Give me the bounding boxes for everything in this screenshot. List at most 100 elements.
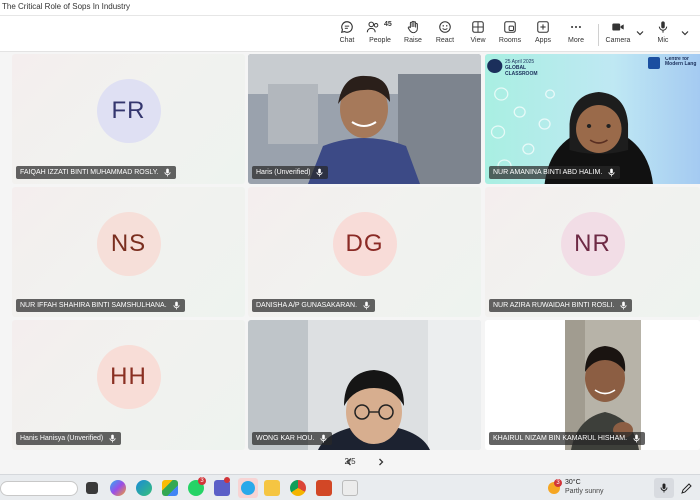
raise-hand-button[interactable]: Raise [396,20,430,50]
avatar: NR [560,212,625,276]
windows-taskbar: 3 3 30°C Partly sunny [0,474,700,500]
participant-name-tag: Haris (Unverified) [252,166,329,179]
microphone-icon [633,434,640,443]
org-logo [648,57,660,69]
participant-name: DANISHA A/P GUNASAKARAN. [256,302,358,309]
participant-tile[interactable]: 25 April 2025 GLOBAL CLASSROOM Centre fo… [485,54,700,184]
participant-tile[interactable]: KHAIRUL NIZAM BIN KAMARUL HISHAM. [485,320,700,450]
microphone-icon [164,168,171,177]
copilot-icon[interactable] [110,480,126,496]
people-count: 45 [384,21,392,28]
pen-icon[interactable] [680,481,692,495]
avatar: NS [96,212,161,276]
participant-name-tag: NUR IFFAH SHAHIRA BINTI SAMSHULHANA. [16,299,185,312]
microphone-icon [660,483,668,493]
taskbar-mic-indicator[interactable] [654,478,674,498]
participant-tile[interactable]: FR FAIQAH IZZATI BINTI MUHAMMAD ROSLY. [12,54,245,184]
next-page-icon[interactable] [376,457,386,467]
participant-name-tag: WONG KAR HOU. [252,432,333,445]
chat-icon [340,21,353,34]
task-view-icon[interactable] [86,482,98,494]
meeting-toolbar: Chat 45 People Raise React View Rooms Ap… [0,16,700,52]
teams-badge [224,477,230,483]
avatar: FR [96,79,161,143]
microphone-icon [363,301,370,310]
react-button[interactable]: React [428,20,462,50]
participant-name: WONG KAR HOU. [256,435,315,442]
participant-name-tag: Hanis Hanisya (Unverified) [16,432,122,445]
camera-label: Camera [605,37,631,44]
edge-browser-icon[interactable] [136,480,152,496]
microphone-icon [109,434,116,443]
file-explorer-icon[interactable] [264,480,280,496]
mic-options-chevron-icon[interactable] [680,28,690,38]
gallery-pager: 2/5 [300,456,400,470]
chat-button[interactable]: Chat [330,20,364,50]
chrome-icon[interactable] [290,480,306,496]
chat-label: Chat [339,37,355,44]
apps-button[interactable]: Apps [526,20,560,50]
microphone-icon [320,434,327,443]
participant-video [248,54,481,184]
add-app-icon [537,21,549,33]
telegram-icon[interactable] [238,478,258,498]
more-options-icon [571,25,581,29]
people-button[interactable]: 45 People [363,20,397,50]
apps-label: Apps [535,37,551,44]
view-button[interactable]: View [461,20,495,50]
whatsapp-icon[interactable]: 3 [188,477,206,496]
participant-name-tag: KHAIRUL NIZAM BIN KAMARUL HISHAM. [489,432,646,445]
rooms-button[interactable]: Rooms [493,20,527,50]
weather-badge: 3 [554,479,562,487]
camera-button[interactable]: Camera [601,20,635,50]
participant-tile[interactable]: WONG KAR HOU. [248,320,481,450]
camera-icon [612,23,624,31]
window-title: The Critical Role of Sops In Industry [2,2,131,11]
teams-icon[interactable] [214,477,230,496]
react-label: React [435,37,455,44]
weather-desc: Partly sunny [565,488,604,495]
participant-tile[interactable]: NR NUR AZIRA RUWAIDAH BINTI ROSLI. [485,187,700,317]
microphone-icon [620,301,628,310]
taskbar-search-box[interactable] [0,481,78,496]
participant-name: Haris (Unverified) [256,169,311,176]
powerpoint-icon[interactable] [316,480,332,496]
microphone-icon [658,21,668,33]
smiley-icon [439,21,451,33]
camera-options-chevron-icon[interactable] [635,28,645,38]
mic-label: Mic [657,37,669,44]
raise-label: Raise [404,37,422,44]
participant-name: NUR AZIRA RUWAIDAH BINTI ROSLI. [493,302,615,309]
raise-hand-icon [407,20,418,34]
more-button[interactable]: More [559,20,593,50]
rooms-label: Rooms [498,37,522,44]
participant-name: FAIQAH IZZATI BINTI MUHAMMAD ROSLY. [20,169,159,176]
weather-temp: 30°C [565,479,581,486]
whatsapp-badge: 3 [198,477,206,485]
participant-name-tag: NUR AMANINA BINTI ABD HALIM. [489,166,621,179]
participant-tile[interactable]: Haris (Unverified) [248,54,481,184]
google-drive-icon[interactable] [162,480,178,496]
participant-name: Hanis Hanisya (Unverified) [20,435,104,442]
avatar: DG [332,212,397,276]
people-icon [366,21,379,33]
participant-tile[interactable]: DG DANISHA A/P GUNASAKARAN. [248,187,481,317]
weather-widget[interactable]: 3 30°C Partly sunny [548,479,618,499]
participant-name: NUR IFFAH SHAHIRA BINTI SAMSHULHANA. [20,302,167,309]
microphone-icon [316,168,323,177]
participant-name-tag: NUR AZIRA RUWAIDAH BINTI ROSLI. [489,299,633,312]
people-label: People [369,37,391,44]
toolbar-divider [598,24,599,46]
view-label: View [470,37,486,44]
avatar: HH [96,345,161,409]
participant-tile[interactable]: NS NUR IFFAH SHAHIRA BINTI SAMSHULHANA. [12,187,245,317]
microphone-icon [173,301,180,310]
mic-button[interactable]: Mic [646,20,680,50]
snipping-tool-icon[interactable] [342,480,358,496]
microphone-icon [608,168,615,177]
participant-name: NUR AMANINA BINTI ABD HALIM. [493,169,603,176]
slide-title: GLOBAL CLASSROOM [505,65,538,77]
participant-video [485,320,700,450]
participant-grid: FR FAIQAH IZZATI BINTI MUHAMMAD ROSLY. H… [0,52,700,454]
participant-tile[interactable]: HH Hanis Hanisya (Unverified) [12,320,245,450]
